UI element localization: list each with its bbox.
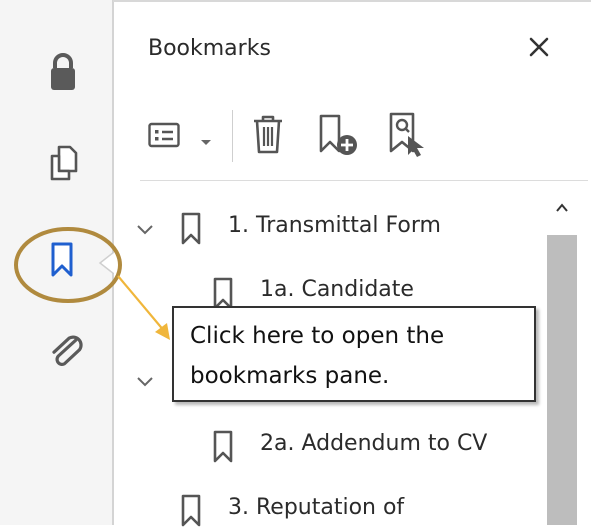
expand-chevron-icon[interactable] [135, 222, 155, 241]
bookmark-label[interactable]: 3. Reputation of [228, 495, 404, 520]
callout-box: Click here to open the bookmarks pane. [172, 306, 536, 402]
bookmark-label[interactable]: 1. Transmittal Form [228, 213, 441, 238]
lock-icon[interactable] [50, 52, 76, 92]
close-icon[interactable] [522, 30, 556, 64]
bookmark-label[interactable]: 1a. Candidate [260, 277, 414, 302]
copy-pages-icon[interactable] [50, 145, 78, 183]
toolbar-separator [232, 110, 233, 162]
bookmark-item-icon [212, 430, 234, 468]
bookmark-label[interactable]: 2a. Addendum to CV [260, 431, 487, 456]
list-separator [140, 180, 588, 181]
top-border [113, 0, 591, 2]
chevron-down-icon[interactable] [200, 132, 212, 151]
delete-icon[interactable] [252, 114, 284, 158]
options-icon[interactable] [148, 122, 180, 152]
bookmark-item-icon [180, 212, 202, 250]
attachment-icon[interactable] [50, 333, 84, 373]
scrollbar-thumb[interactable] [547, 235, 577, 525]
callout-text: Click here to open the bookmarks pane. [190, 323, 445, 389]
bookmark-item-icon [180, 494, 202, 532]
expand-chevron-icon[interactable] [135, 374, 155, 393]
bookmark-icon[interactable] [50, 242, 74, 278]
new-bookmark-icon[interactable] [318, 114, 360, 162]
pane-title: Bookmarks [148, 36, 271, 61]
scroll-up-icon[interactable] [554, 200, 570, 216]
find-bookmark-icon[interactable] [388, 112, 428, 162]
